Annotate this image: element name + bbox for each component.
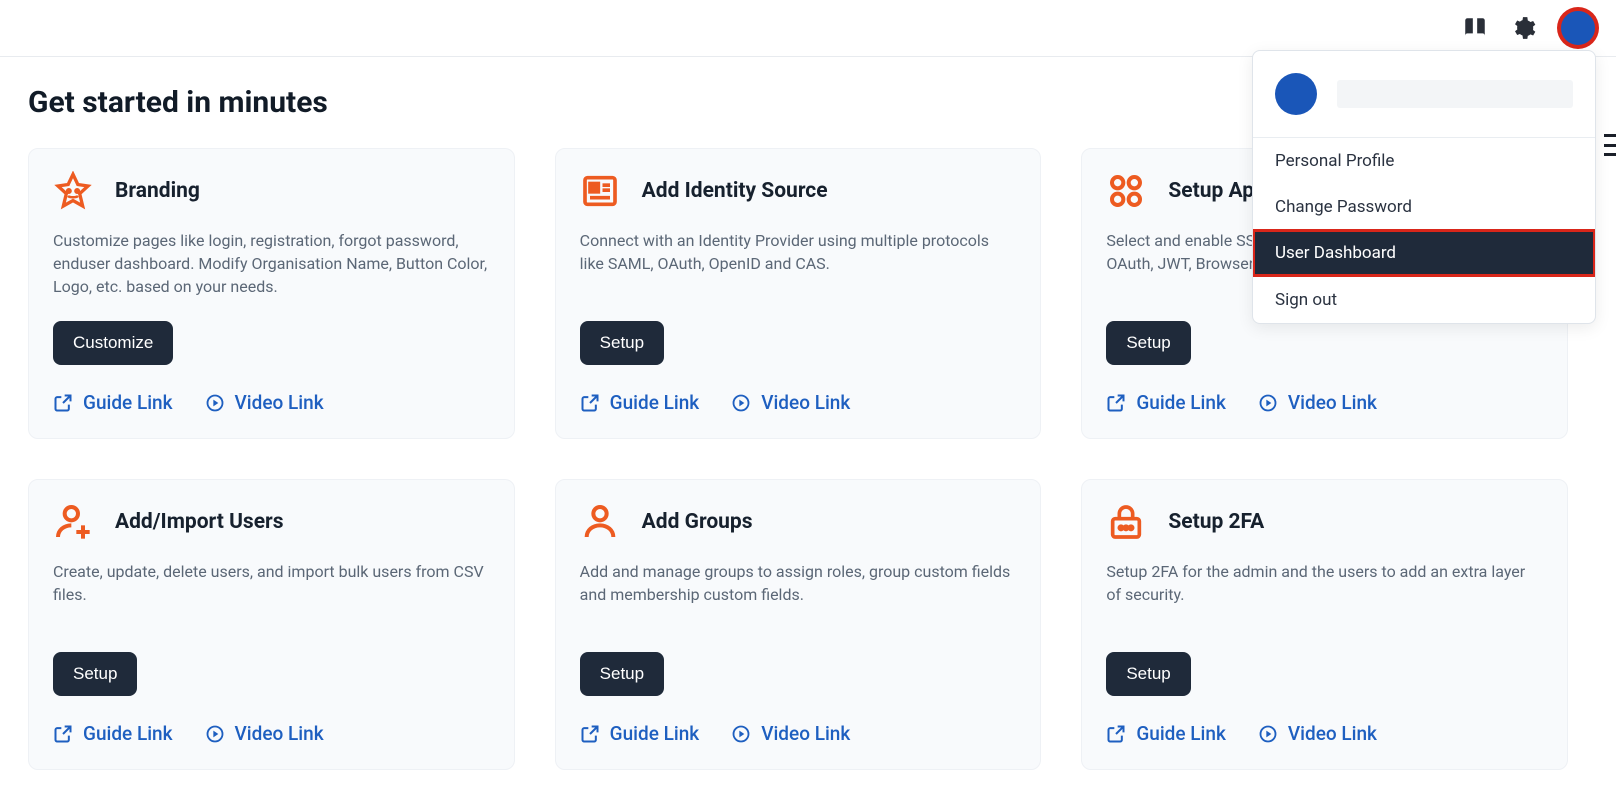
menu-personal-profile[interactable]: Personal Profile	[1253, 138, 1595, 184]
menu-user-dashboard[interactable]: User Dashboard	[1253, 230, 1595, 276]
setup-button[interactable]: Setup	[580, 321, 664, 365]
video-link-label: Video Link	[1288, 391, 1377, 414]
lock-icon	[1106, 502, 1146, 542]
card-links: Guide Link Video Link	[53, 722, 490, 745]
guide-link[interactable]: Guide Link	[1106, 391, 1226, 414]
group-icon	[580, 502, 620, 542]
video-link-label: Video Link	[1288, 722, 1377, 745]
guide-link-label: Guide Link	[83, 391, 173, 414]
card-title: Branding	[115, 179, 200, 203]
menu-sign-out[interactable]: Sign out	[1253, 277, 1595, 323]
guide-link-label: Guide Link	[83, 722, 173, 745]
avatar-icon	[1275, 73, 1317, 115]
card-branding: Branding Customize pages like login, reg…	[28, 148, 515, 439]
docs-icon[interactable]	[1462, 15, 1488, 41]
video-link[interactable]: Video Link	[205, 722, 324, 745]
setup-button[interactable]: Setup	[1106, 652, 1190, 696]
video-link[interactable]: Video Link	[1258, 391, 1377, 414]
guide-link-label: Guide Link	[1136, 391, 1226, 414]
external-link-icon	[53, 724, 73, 744]
card-header: Add Groups	[580, 502, 1017, 542]
guide-link[interactable]: Guide Link	[53, 391, 173, 414]
play-circle-icon	[731, 393, 751, 413]
video-link[interactable]: Video Link	[1258, 722, 1377, 745]
card-identity-source: Add Identity Source Connect with an Iden…	[555, 148, 1042, 439]
guide-link[interactable]: Guide Link	[1106, 722, 1226, 745]
card-title: Setup 2FA	[1168, 510, 1264, 534]
guide-link[interactable]: Guide Link	[53, 722, 173, 745]
card-links: Guide Link Video Link	[53, 391, 490, 414]
card-description: Create, update, delete users, and import…	[53, 560, 490, 630]
card-add-groups: Add Groups Add and manage groups to assi…	[555, 479, 1042, 770]
card-title: Add/Import Users	[115, 510, 284, 534]
card-title: Add Identity Source	[642, 179, 828, 203]
profile-name-placeholder	[1337, 80, 1573, 108]
external-link-icon	[580, 724, 600, 744]
card-header: Add Identity Source	[580, 171, 1017, 211]
id-source-icon	[580, 171, 620, 211]
card-add-users: Add/Import Users Create, update, delete …	[28, 479, 515, 770]
card-header: Setup 2FA	[1106, 502, 1543, 542]
video-link-label: Video Link	[235, 722, 324, 745]
card-description: Connect with an Identity Provider using …	[580, 229, 1017, 299]
card-description: Add and manage groups to assign roles, g…	[580, 560, 1017, 630]
hamburger-icon[interactable]	[1604, 134, 1616, 156]
guide-link[interactable]: Guide Link	[580, 722, 700, 745]
guide-link-label: Guide Link	[1136, 722, 1226, 745]
card-description: Customize pages like login, registration…	[53, 229, 490, 299]
dropdown-profile-header	[1253, 51, 1595, 138]
user-plus-icon	[53, 502, 93, 542]
guide-link[interactable]: Guide Link	[580, 391, 700, 414]
play-circle-icon	[205, 724, 225, 744]
external-link-icon	[1106, 724, 1126, 744]
card-links: Guide Link Video Link	[1106, 391, 1543, 414]
card-links: Guide Link Video Link	[1106, 722, 1543, 745]
gear-icon[interactable]	[1510, 15, 1536, 41]
guide-link-label: Guide Link	[610, 391, 700, 414]
card-links: Guide Link Video Link	[580, 722, 1017, 745]
play-circle-icon	[1258, 724, 1278, 744]
play-circle-icon	[205, 393, 225, 413]
setup-button[interactable]: Setup	[1106, 321, 1190, 365]
star-icon	[53, 171, 93, 211]
guide-link-label: Guide Link	[610, 722, 700, 745]
menu-change-password[interactable]: Change Password	[1253, 184, 1595, 230]
video-link-label: Video Link	[761, 391, 850, 414]
play-circle-icon	[731, 724, 751, 744]
topbar	[0, 0, 1616, 57]
customize-button[interactable]: Customize	[53, 321, 173, 365]
video-link[interactable]: Video Link	[205, 391, 324, 414]
avatar-button[interactable]	[1558, 8, 1598, 48]
setup-button[interactable]: Setup	[580, 652, 664, 696]
card-header: Add/Import Users	[53, 502, 490, 542]
external-link-icon	[580, 393, 600, 413]
video-link[interactable]: Video Link	[731, 391, 850, 414]
apps-icon	[1106, 171, 1146, 211]
video-link[interactable]: Video Link	[731, 722, 850, 745]
card-title: Add Groups	[642, 510, 753, 534]
card-description: Setup 2FA for the admin and the users to…	[1106, 560, 1543, 630]
card-setup-2fa: Setup 2FA Setup 2FA for the admin and th…	[1081, 479, 1568, 770]
external-link-icon	[1106, 393, 1126, 413]
card-links: Guide Link Video Link	[580, 391, 1017, 414]
video-link-label: Video Link	[761, 722, 850, 745]
card-header: Branding	[53, 171, 490, 211]
video-link-label: Video Link	[235, 391, 324, 414]
external-link-icon	[53, 393, 73, 413]
play-circle-icon	[1258, 393, 1278, 413]
profile-dropdown: Personal Profile Change Password User Da…	[1252, 50, 1596, 324]
setup-button[interactable]: Setup	[53, 652, 137, 696]
